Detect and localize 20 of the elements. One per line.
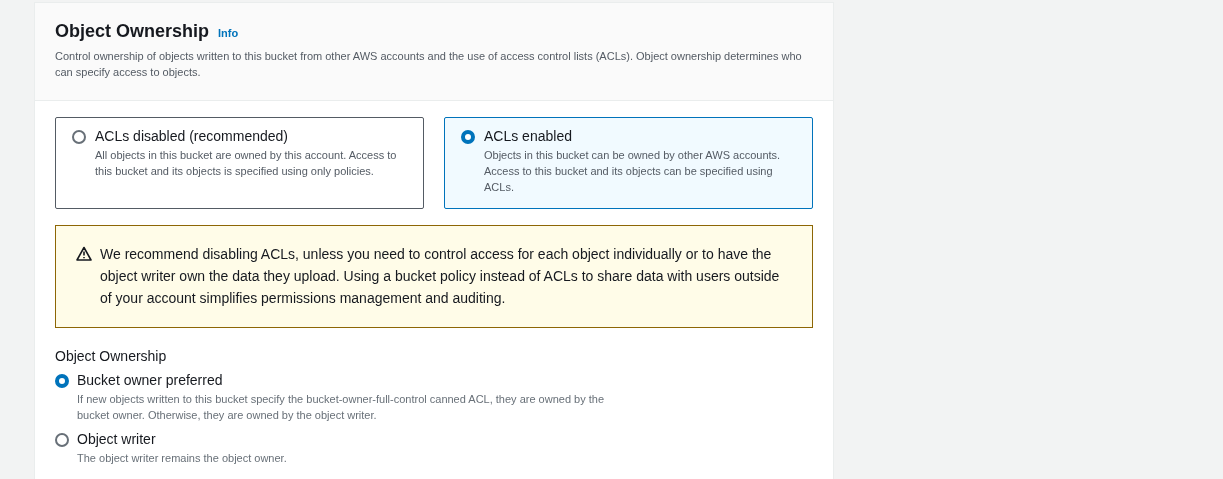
info-link[interactable]: Info (218, 27, 239, 39)
panel-description: Control ownership of objects written to this bucket from other AWS accounts and the use of access control lists (ACLs). Object ownership determines who can specify access to objects. (55, 49, 803, 80)
tile-description: Objects in this bucket can be owned by other AWS accounts. Access to this bucket and its objects can be specified using ACLs. (484, 148, 782, 195)
tile-description: All objects in this bucket are owned by this account. Access to this bucket and its objects is specified using only policies. (95, 148, 398, 179)
option-tile[interactable]: ACLs enabled Objects in this bucket can be owned by other AWS accounts. Access to this bucket and its objects can be specified using ACLs. (444, 117, 813, 209)
panel-title: Object Ownership (55, 21, 210, 42)
tile-label: ACLs enabled (484, 128, 573, 144)
radio-button[interactable] (72, 130, 86, 144)
option-tile[interactable]: ACLs disabled (recommended) All objects in this bucket are owned by this account. Access to this bucket and its objects is specified using only policies. (55, 117, 424, 209)
radio-description: If new objects written to this bucket specify the bucket-owner-full-control canned ACL, they are owned by the bucket owner. Otherwise, they are owned by the object writer. (77, 392, 606, 423)
radio-label[interactable]: Bucket owner preferred (77, 372, 617, 388)
warning-icon (76, 246, 92, 261)
radio-description: The object writer remains the object owner. (77, 451, 288, 466)
radio-button[interactable] (55, 433, 69, 447)
tile-label: ACLs disabled (recommended) (95, 128, 289, 144)
radio-button[interactable] (461, 130, 475, 144)
radio-label[interactable]: Object writer (77, 431, 617, 447)
radio-button[interactable] (55, 374, 69, 388)
warning-text: We recommend disabling ACLs, unless you need to control access for each object individually or to have the object writer own the data they upload. Using a bucket policy instead of ACLs to share data with users outside of your account simplifies permissions management and auditing. (100, 245, 781, 308)
field-label: Object Ownership (55, 348, 168, 364)
